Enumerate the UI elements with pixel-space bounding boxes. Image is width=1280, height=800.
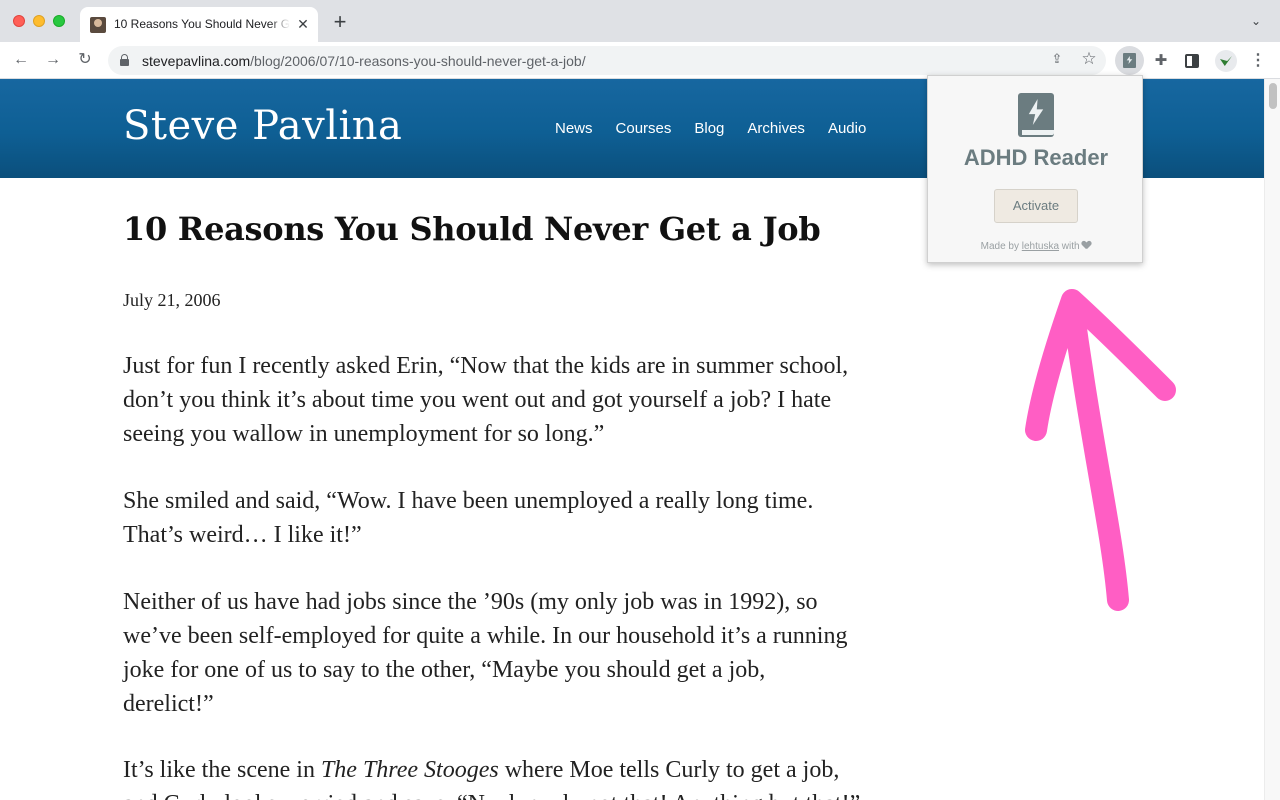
minimize-window-button[interactable] (33, 15, 45, 27)
author-link[interactable]: lehtuska (1022, 241, 1059, 252)
paragraph: Neither of us have had jobs since the ’9… (123, 585, 923, 721)
reload-icon[interactable]: ↻ (75, 50, 95, 70)
nav-link-blog[interactable]: Blog (694, 120, 724, 137)
nav-link-archives[interactable]: Archives (747, 120, 805, 137)
scrollbar-thumb[interactable] (1269, 83, 1277, 109)
url-host: stevepavlina.com (142, 53, 251, 69)
italic-title: The Three Stooges (320, 757, 499, 783)
lock-icon[interactable] (120, 54, 129, 66)
url-text[interactable]: stevepavlina.com/blog/2006/07/10-reasons… (142, 53, 586, 69)
tab-strip: 10 Reasons You Should Never Get a Job ✕ … (0, 0, 1280, 42)
article-date: July 21, 2006 (123, 290, 221, 310)
text-run: where Moe tells Curly to get a job, (498, 757, 840, 783)
credit-text: Made by (980, 241, 1022, 252)
more-menu-icon[interactable]: ⋮ (1248, 51, 1268, 71)
article: 10 Reasons You Should Never Get a Job Ju… (123, 210, 923, 800)
site-nav: News Courses Blog Archives Audio (555, 120, 889, 137)
paragraph-line: That’s weird… I like it!” (123, 522, 362, 548)
nav-link-courses[interactable]: Courses (616, 120, 672, 137)
share-icon[interactable]: ⇪ (1048, 51, 1066, 69)
paragraph-line: Neither of us have had jobs since the ’9… (123, 589, 818, 615)
paragraph-line: joke for one of us to say to the other, … (123, 657, 766, 683)
close-icon[interactable]: ✕ (294, 15, 312, 33)
heart-icon (1082, 241, 1091, 249)
credit-text: with (1059, 241, 1083, 252)
text-run: It’s like the scene in (123, 757, 321, 783)
paragraph-line: It’s like the scene in The Three Stooges… (123, 753, 923, 787)
paragraph-line: seeing you wallow in unemployment for so… (123, 421, 605, 447)
new-tab-button[interactable]: + (330, 11, 350, 33)
paragraph: She smiled and said, “Wow. I have been u… (123, 484, 923, 552)
side-panel-icon[interactable] (1182, 51, 1202, 71)
paragraph-line: derelict!” (123, 691, 214, 717)
paragraph-line: She smiled and said, “Wow. I have been u… (123, 488, 814, 514)
popup-credit: Made by lehtuska with (928, 241, 1144, 252)
url-path: /blog/2006/07/10-reasons-you-should-neve… (250, 53, 586, 69)
paragraph: It’s like the scene in The Three Stooges… (123, 753, 923, 800)
book-bolt-icon (1018, 93, 1054, 137)
nav-link-news[interactable]: News (555, 120, 593, 137)
paragraph: Just for fun I recently asked Erin, “Now… (123, 349, 923, 451)
tab-title: 10 Reasons You Should Never Get a Job (114, 17, 290, 31)
adhd-reader-extension-icon[interactable] (1115, 46, 1144, 75)
back-arrow-icon[interactable]: ← (11, 50, 31, 70)
close-window-button[interactable] (13, 15, 25, 27)
paragraph-line: Just for fun I recently asked Erin, “Now… (123, 353, 849, 379)
page-scrollbar[interactable] (1264, 79, 1280, 800)
popup-title: ADHD Reader (963, 145, 1109, 170)
profile-avatar[interactable] (1215, 50, 1237, 72)
paragraph-line: and Curly looks worried and says, “Nyuk … (123, 787, 923, 800)
paragraph-line: don’t you think it’s about time you went… (123, 387, 832, 413)
extensions-puzzle-icon[interactable]: ✚ (1151, 51, 1171, 71)
site-logo[interactable]: Steve Pavlina (123, 103, 402, 149)
activate-button[interactable]: Activate (994, 189, 1078, 223)
address-bar[interactable]: stevepavlina.com/blog/2006/07/10-reasons… (108, 46, 1106, 75)
forward-arrow-icon[interactable]: → (43, 50, 63, 70)
nav-link-audio[interactable]: Audio (828, 120, 866, 137)
chevron-down-icon[interactable]: ⌄ (1248, 14, 1264, 30)
paragraph-line: we’ve been self-employed for quite a whi… (123, 623, 848, 649)
favicon-icon (90, 17, 106, 33)
adhd-reader-popup: ADHD Reader Activate Made by lehtuska wi… (927, 75, 1143, 263)
browser-tab[interactable]: 10 Reasons You Should Never Get a Job ✕ (80, 7, 318, 42)
browser-toolbar: ← → ↻ stevepavlina.com/blog/2006/07/10-r… (0, 42, 1280, 79)
zoom-window-button[interactable] (53, 15, 65, 27)
article-title: 10 Reasons You Should Never Get a Job (123, 210, 821, 248)
bookmark-star-icon[interactable]: ☆ (1079, 49, 1099, 69)
